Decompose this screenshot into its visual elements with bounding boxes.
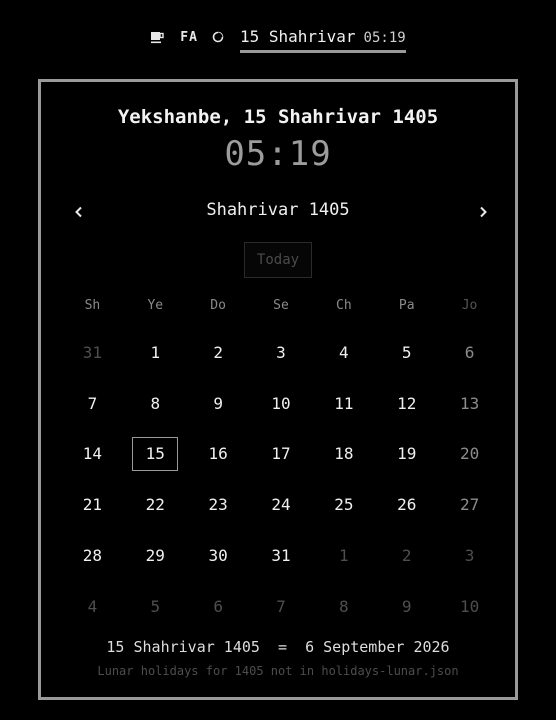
clock-display: 05:19: [224, 134, 332, 174]
day-cell[interactable]: 29: [124, 530, 187, 581]
chevron-left-icon: [75, 206, 82, 218]
day-cell[interactable]: 27: [438, 479, 501, 530]
day-cell[interactable]: 1: [124, 327, 187, 378]
coffee-cup-icon[interactable]: [150, 30, 164, 44]
weekday-label: Pa: [398, 298, 415, 313]
day-cell-other-month[interactable]: 6: [187, 581, 250, 632]
day-cell[interactable]: 14: [61, 429, 124, 480]
weekday-label: Do: [210, 298, 226, 313]
day-cell-other-month[interactable]: 5: [124, 581, 187, 632]
weekday-label: Jo: [461, 298, 478, 313]
day-cell[interactable]: 30: [187, 530, 250, 581]
day-cell[interactable]: 21: [61, 479, 124, 530]
day-cell[interactable]: 19: [375, 429, 438, 480]
weekday-label: Ch: [336, 298, 352, 313]
date-conversion: 15 Shahrivar 1405 = 6 September 2026: [106, 638, 450, 656]
weekday-label: Sh: [84, 298, 101, 313]
day-cell-other-month[interactable]: 7: [250, 581, 313, 632]
day-cell[interactable]: 13: [438, 378, 501, 429]
day-cell[interactable]: 12: [375, 378, 438, 429]
day-cell-other-month[interactable]: 9: [375, 581, 438, 632]
day-cell[interactable]: 5: [375, 327, 438, 378]
top-time-label: 05:19: [363, 30, 406, 46]
holiday-note: Lunar holidays for 1405 not in holidays-…: [97, 664, 459, 678]
day-cell[interactable]: 28: [61, 530, 124, 581]
day-cell[interactable]: 17: [250, 429, 313, 480]
day-cell[interactable]: 7: [61, 378, 124, 429]
day-grid: 31 1 2 3 4 5 6 7 8 9 10 11 12 13 14 15 16 17 18 19 20 21 22 23 2…: [61, 327, 501, 632]
weekday-header: Sh Ye Do Se Ch Pa Jo: [61, 298, 501, 318]
day-cell[interactable]: 24: [250, 479, 313, 530]
day-cell[interactable]: 10: [250, 378, 313, 429]
day-cell[interactable]: 6: [438, 327, 501, 378]
day-cell[interactable]: 9: [187, 378, 250, 429]
prev-month-button[interactable]: [67, 200, 91, 224]
day-cell-other-month[interactable]: 31: [61, 327, 124, 378]
day-cell[interactable]: 2: [187, 327, 250, 378]
today-button[interactable]: Today: [244, 242, 312, 278]
weekday-label: Ye: [147, 298, 164, 313]
day-cell-other-month[interactable]: 2: [375, 530, 438, 581]
top-date-label: 15 Shahrivar: [239, 27, 356, 46]
day-cell[interactable]: 11: [312, 378, 375, 429]
day-cell[interactable]: 16: [187, 429, 250, 480]
top-date-display[interactable]: 15 Shahrivar 05:19: [239, 27, 406, 53]
day-cell[interactable]: 4: [312, 327, 375, 378]
day-cell-other-month[interactable]: 4: [61, 581, 124, 632]
month-title: Shahrivar 1405: [206, 200, 350, 220]
day-cell[interactable]: 23: [187, 479, 250, 530]
moon-icon[interactable]: [212, 31, 224, 43]
day-cell[interactable]: 22: [124, 479, 187, 530]
day-cell[interactable]: 8: [124, 378, 187, 429]
day-cell-other-month[interactable]: 1: [312, 530, 375, 581]
weekday-label: Se: [273, 298, 289, 313]
day-cell[interactable]: 18: [312, 429, 375, 480]
full-date-heading: Yekshanbe, 15 Shahrivar 1405: [117, 106, 439, 128]
day-cell[interactable]: 26: [375, 479, 438, 530]
day-cell[interactable]: 3: [250, 327, 313, 378]
top-status-bar: FA 15 Shahrivar 05:19: [0, 22, 556, 53]
day-cell-other-month[interactable]: 8: [312, 581, 375, 632]
day-cell[interactable]: 20: [438, 429, 501, 480]
calendar-panel: Yekshanbe, 15 Shahrivar 1405 05:19 Shahr…: [38, 79, 518, 700]
chevron-right-icon: [480, 206, 487, 218]
language-toggle[interactable]: FA: [180, 30, 198, 45]
next-month-button[interactable]: [471, 200, 495, 224]
day-cell[interactable]: 31: [250, 530, 313, 581]
day-cell-other-month[interactable]: 10: [438, 581, 501, 632]
day-cell-other-month[interactable]: 3: [438, 530, 501, 581]
day-cell-selected[interactable]: 15: [124, 429, 187, 480]
day-cell[interactable]: 25: [312, 479, 375, 530]
month-navigation: Shahrivar 1405: [41, 200, 515, 224]
